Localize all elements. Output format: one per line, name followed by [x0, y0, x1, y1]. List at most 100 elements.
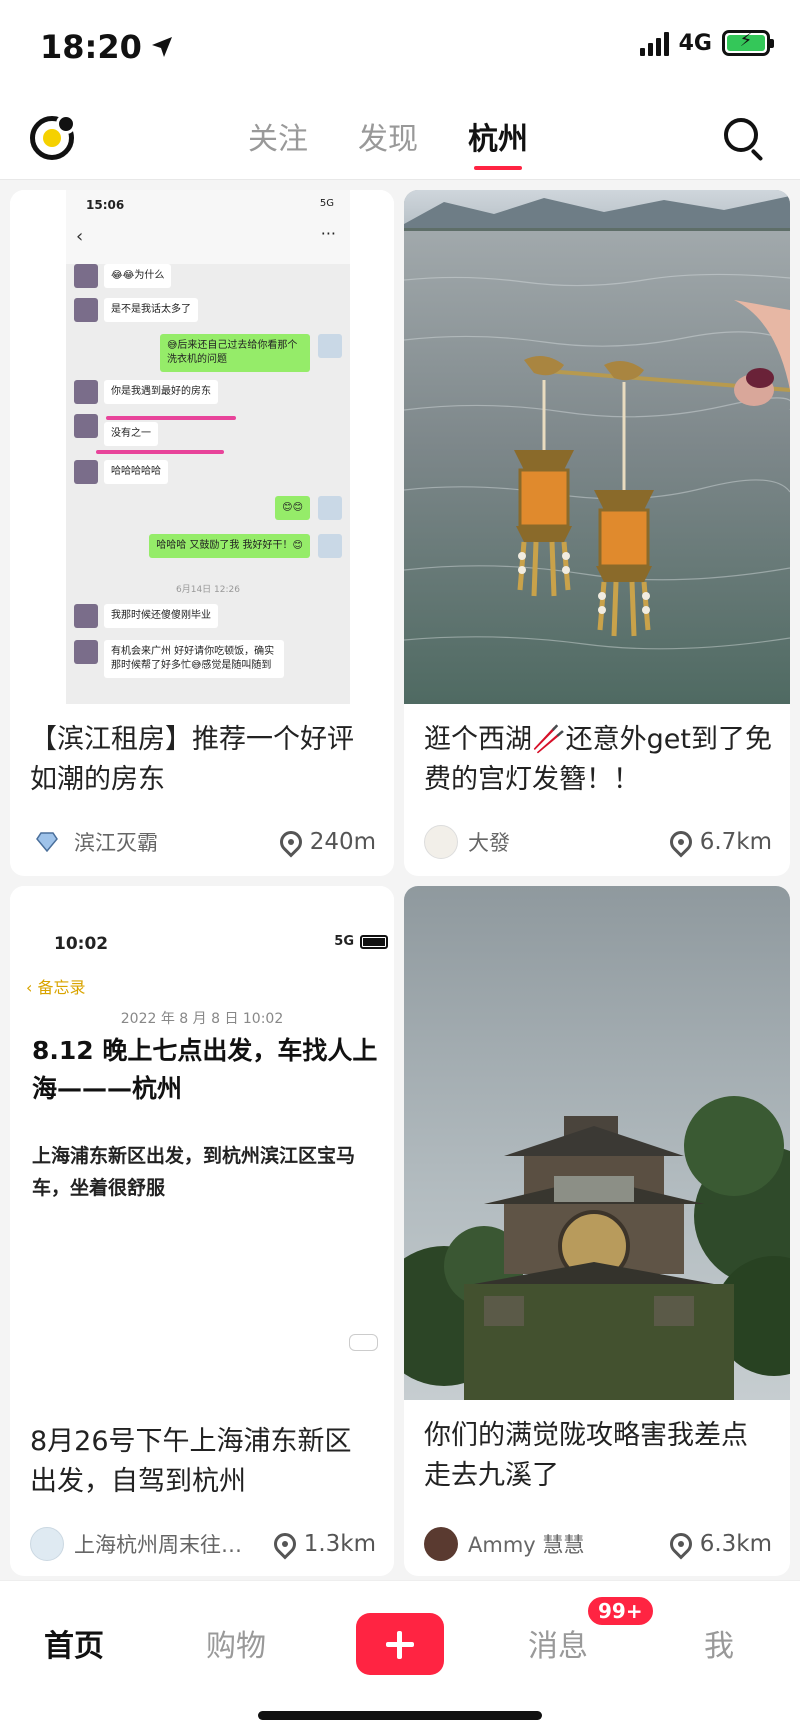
card-title: 8月26号下午上海浦东新区出发，自驾到杭州: [30, 1426, 352, 1497]
memo-back-label: 备忘录: [37, 978, 86, 997]
feed-card[interactable]: 逛个西湖🥢还意外get到了免费的宫灯发簪！！ 大發 6.7km: [404, 190, 790, 876]
card-meta: 滨江灭霸 240m: [30, 824, 376, 860]
location: 1.3km: [269, 1528, 376, 1560]
cellular-signal-icon: [639, 30, 669, 56]
home-indicator: [258, 1711, 542, 1720]
memo-status: 5G: [334, 934, 388, 949]
distance: 6.3km: [699, 1531, 772, 1557]
card-title: 【滨江租房】推荐一个好评如潮的房东: [30, 724, 354, 795]
tab-hangzhou[interactable]: 杭州: [468, 114, 528, 170]
card-meta: 上海杭州周末往… 1.3km: [30, 1526, 376, 1562]
distance: 6.7km: [699, 829, 772, 855]
distance: 240m: [309, 829, 376, 855]
bottom-nav: 首页 购物 消息 99+ 我: [0, 1580, 800, 1731]
avatar: [74, 604, 98, 628]
author-name[interactable]: Ammy 慧慧: [468, 1529, 662, 1559]
memo-date: 2022 年 8 月 8 日 10:02: [120, 1011, 284, 1027]
author-name[interactable]: 上海杭州周末往…: [74, 1529, 266, 1559]
chat-screenshot: 15:06 5G ‹ ··· 😂😂为什么 是不是我话太多了 😅后来还自己过去给你…: [66, 190, 350, 704]
feed-card[interactable]: 15:06 5G ‹ ··· 😂😂为什么 是不是我话太多了 😅后来还自己过去给你…: [10, 190, 394, 876]
location: 240m: [275, 826, 376, 858]
avatar[interactable]: [424, 1527, 458, 1561]
nav-shopping[interactable]: 购物: [206, 1621, 266, 1665]
avatar: [74, 460, 98, 484]
header-tabs: 关注 发现 杭州: [248, 114, 528, 170]
memo-heading: 8.12 晚上七点出发，车找人上海———杭州: [32, 1036, 378, 1103]
avatar: [74, 298, 98, 322]
chevron-left-icon: ‹: [76, 226, 84, 247]
card-meta: Ammy 慧慧 6.3km: [424, 1526, 772, 1562]
chat-message: 😅后来还自己过去给你看那个洗衣机的问题: [160, 334, 310, 372]
underline-mark: [96, 450, 224, 454]
battery-icon: [360, 934, 388, 949]
location: 6.7km: [665, 826, 772, 858]
avatar[interactable]: [30, 825, 64, 859]
diamond-icon: [36, 832, 58, 852]
card-title: 你们的满觉陇攻略害我差点走去九溪了: [424, 1420, 748, 1491]
card-image-photo: [404, 886, 790, 1400]
author-name[interactable]: 大發: [468, 827, 662, 857]
chat-message: 没有之一: [104, 422, 158, 446]
chevron-left-icon: ‹: [26, 978, 38, 997]
avatar: [318, 534, 342, 558]
search-icon[interactable]: [722, 116, 766, 162]
memo-network: 5G: [334, 934, 354, 949]
feed-card[interactable]: 你们的满觉陇攻略害我差点走去九溪了 Ammy 慧慧 6.3km: [404, 886, 790, 1576]
app-logo-icon[interactable]: [30, 114, 76, 160]
avatar[interactable]: [30, 1527, 64, 1561]
avatar: [74, 414, 98, 438]
watermark-logo: [348, 1334, 378, 1351]
chat-message: 哈哈哈 又鼓励了我 我好好干！😊: [149, 534, 310, 558]
chat-message: 是不是我话太多了: [104, 298, 198, 322]
network-type: 4G: [678, 30, 712, 56]
memo-time: 10:02: [54, 934, 109, 954]
location-pin-icon: [665, 1528, 697, 1560]
top-header: 关注 发现 杭州: [0, 98, 800, 180]
tab-follow[interactable]: 关注: [248, 114, 308, 170]
status-time: 18:20: [40, 28, 174, 66]
battery-icon: ⚡: [722, 30, 774, 56]
card-image-memo-screenshot: 10:02 5G ‹ 备忘录 2022 年 8 月 8 日 10:02 8.12…: [10, 886, 394, 1406]
location-pin-icon: [269, 1528, 301, 1560]
chat-message: 有机会来广州 好好请你吃顿饭，确实那时候帮了好多忙😅感觉是随叫随到: [104, 640, 284, 678]
card-image-chat-screenshot: 15:06 5G ‹ ··· 😂😂为什么 是不是我话太多了 😅后来还自己过去给你…: [10, 190, 394, 704]
chat-message: 你是我遇到最好的房东: [104, 380, 218, 404]
author-name[interactable]: 滨江灭霸: [74, 827, 272, 857]
messages-badge: 99+: [586, 1595, 655, 1627]
avatar: [74, 380, 98, 404]
chat-message: 😊😊: [275, 496, 310, 520]
status-time-label: 18:20: [40, 28, 142, 66]
chat-message: 哈哈哈哈哈: [104, 460, 168, 484]
avatar: [74, 264, 98, 288]
card-title: 逛个西湖🥢还意外get到了免费的宫灯发簪！！: [424, 724, 772, 795]
card-meta: 大發 6.7km: [424, 824, 772, 860]
lantern-hairpin-photo: [404, 190, 790, 704]
publish-plus-button[interactable]: [356, 1613, 444, 1675]
chat-message: 我那时候还傻傻刚毕业: [104, 604, 218, 628]
location-arrow-icon: [151, 37, 172, 57]
nav-me[interactable]: 我: [704, 1621, 734, 1665]
chat-message: 😂😂为什么: [104, 264, 172, 288]
avatar: [318, 334, 342, 358]
nav-home[interactable]: 首页: [44, 1621, 104, 1665]
avatar: [318, 496, 342, 520]
card-image-photo: [404, 190, 790, 704]
location: 6.3km: [665, 1528, 772, 1560]
chat-time: 15:06: [86, 198, 125, 212]
chat-date-stamp: 6月14日 12:26: [176, 585, 240, 595]
location-pin-icon: [665, 826, 697, 858]
distance: 1.3km: [303, 1531, 376, 1557]
tab-discover[interactable]: 发现: [358, 114, 418, 170]
memo-screenshot: 10:02 5G ‹ 备忘录 2022 年 8 月 8 日 10:02 8.12…: [10, 886, 394, 1406]
more-icon: ···: [320, 224, 336, 243]
avatar: [74, 640, 98, 664]
nav-messages[interactable]: 消息: [528, 1621, 588, 1665]
watermark: [375, 1360, 379, 1373]
memo-back: ‹ 备忘录: [26, 974, 86, 998]
status-right: 4G ⚡: [639, 30, 774, 56]
feed-card[interactable]: 10:02 5G ‹ 备忘录 2022 年 8 月 8 日 10:02 8.12…: [10, 886, 394, 1576]
chat-network: 5G: [319, 198, 334, 209]
avatar[interactable]: [424, 825, 458, 859]
pagoda-building-photo: [404, 886, 790, 1400]
location-pin-icon: [275, 826, 307, 858]
